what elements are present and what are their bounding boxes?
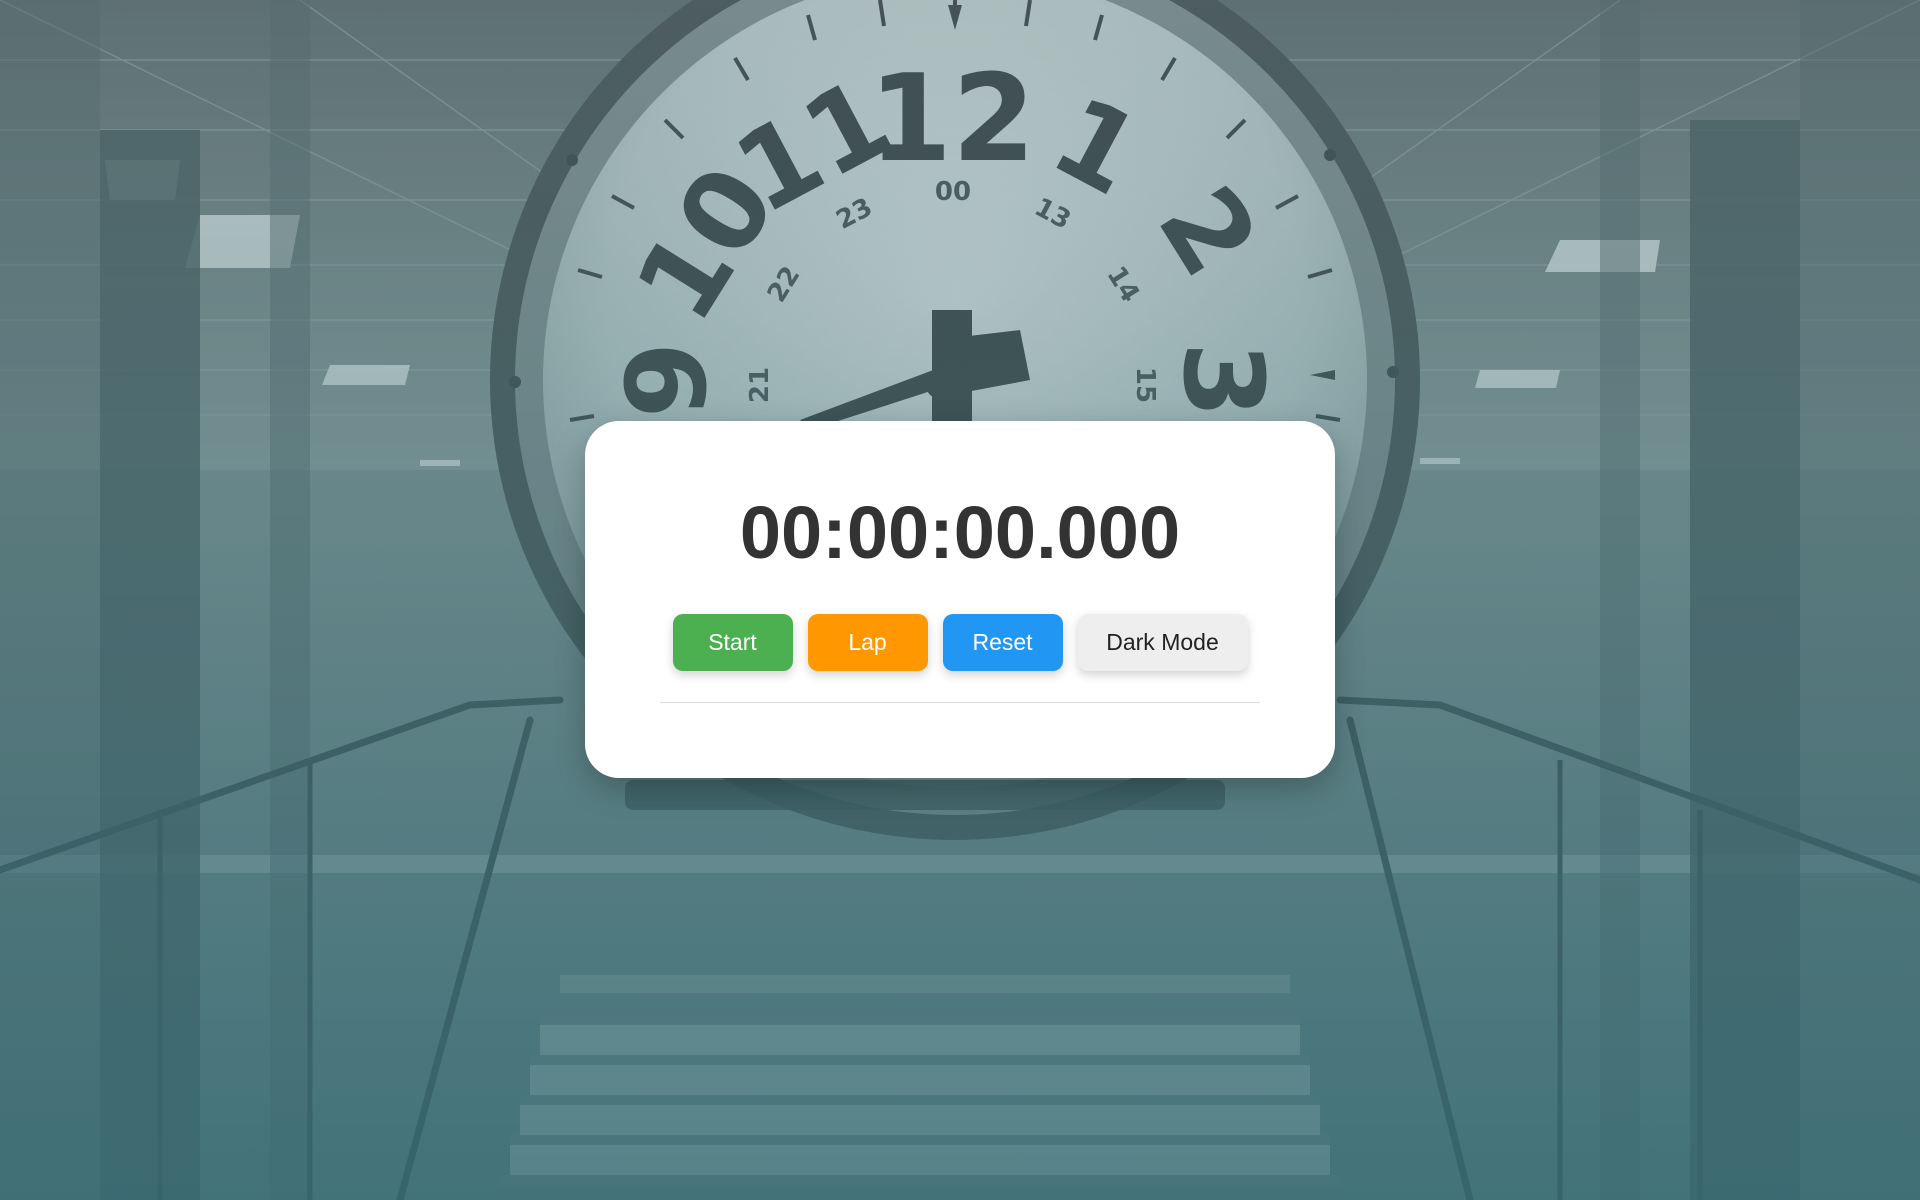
clock-numeral: 15	[1130, 367, 1160, 403]
clock-numeral: 3	[1159, 342, 1287, 419]
clock-numeral: 00	[935, 177, 971, 207]
clock-numeral: 21	[745, 367, 775, 403]
timer-display: 00:00:00.000	[739, 491, 1181, 574]
lap-button[interactable]: Lap	[807, 614, 928, 671]
dark-mode-button[interactable]: Dark Mode	[1077, 614, 1248, 671]
reset-button[interactable]: Reset	[942, 614, 1063, 671]
start-button[interactable]: Start	[672, 614, 793, 671]
laps-divider	[660, 702, 1260, 703]
lap-list	[660, 711, 1260, 761]
clock-numeral: 9	[603, 342, 731, 419]
stopwatch-controls: Start Lap Reset Dark Mode	[585, 614, 1335, 671]
stopwatch-card: 00:00:00.000 Start Lap Reset Dark Mode	[585, 421, 1335, 778]
